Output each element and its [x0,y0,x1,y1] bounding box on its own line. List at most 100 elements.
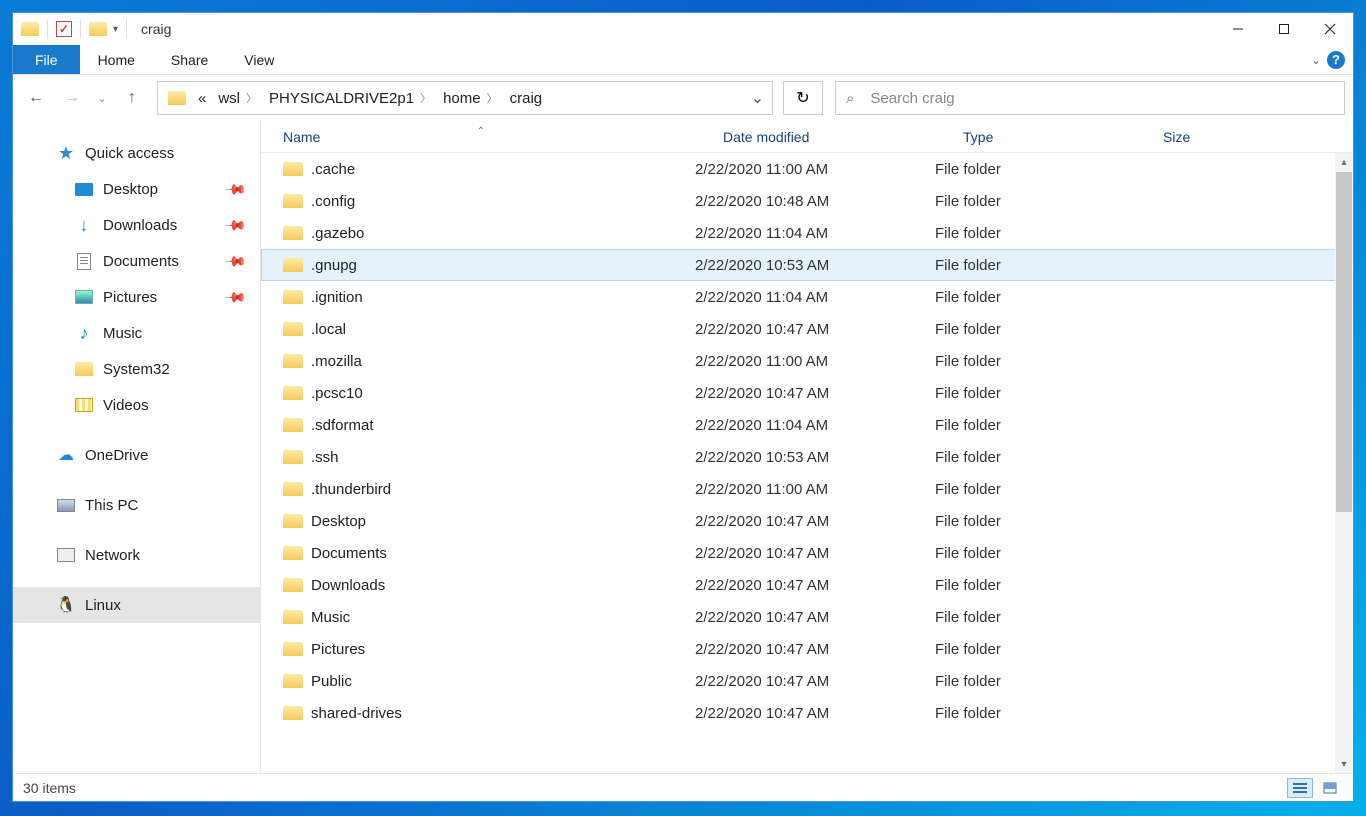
file-row[interactable]: .gnupg2/22/2020 10:53 AMFile folder [261,249,1353,281]
pin-icon: 📌 [223,177,247,201]
ribbon: File Home Share View ⌄ ? [13,45,1353,75]
nav-label: Linux [85,597,121,614]
scroll-down-icon[interactable]: ▾ [1335,755,1353,773]
file-date: 2/22/2020 11:00 AM [695,161,935,178]
ribbon-collapse-icon[interactable]: ⌄ [1311,53,1321,67]
file-date: 2/22/2020 10:53 AM [695,257,935,274]
file-row[interactable]: shared-drives2/22/2020 10:47 AMFile fold… [261,697,1353,729]
file-row[interactable]: Downloads2/22/2020 10:47 AMFile folder [261,569,1353,601]
details-view-button[interactable] [1287,778,1313,798]
nav-downloads[interactable]: ↓ Downloads 📌 [13,207,260,243]
file-date: 2/22/2020 10:47 AM [695,577,935,594]
tab-view[interactable]: View [226,45,292,74]
nav-system32[interactable]: System32 [13,351,260,387]
column-type[interactable]: Type [941,129,1141,145]
file-row[interactable]: .local2/22/2020 10:47 AMFile folder [261,313,1353,345]
nav-pictures[interactable]: Pictures 📌 [13,279,260,315]
forward-button[interactable]: → [57,83,87,113]
folder-icon [283,706,303,720]
nav-videos[interactable]: Videos [13,387,260,423]
file-name: Public [311,673,352,690]
folder-icon [21,22,39,36]
nav-label: Pictures [103,289,157,306]
folder-icon [283,482,303,496]
file-row[interactable]: .sdformat2/22/2020 11:04 AMFile folder [261,409,1353,441]
file-row[interactable]: .cache2/22/2020 11:00 AMFile folder [261,153,1353,185]
help-button[interactable]: ? [1327,51,1345,69]
breadcrumb-item[interactable]: wsl〉 [212,90,263,107]
pictures-icon [75,290,93,304]
close-button[interactable] [1307,13,1353,45]
file-row[interactable]: .gazebo2/22/2020 11:04 AMFile folder [261,217,1353,249]
nav-network[interactable]: Network [13,537,260,573]
minimize-button[interactable] [1215,13,1261,45]
file-row[interactable]: .pcsc102/22/2020 10:47 AMFile folder [261,377,1353,409]
vertical-scrollbar[interactable]: ▴ ▾ [1335,153,1353,773]
separator [80,20,81,38]
breadcrumb-item[interactable]: PHYSICALDRIVE2p1〉 [263,90,437,107]
breadcrumb-item[interactable]: craig [504,90,549,107]
file-name: shared-drives [311,705,402,722]
file-row[interactable]: Pictures2/22/2020 10:47 AMFile folder [261,633,1353,665]
tab-home[interactable]: Home [80,45,153,74]
file-name: .sdformat [311,417,374,434]
file-name: .config [311,193,355,210]
nav-thispc[interactable]: This PC [13,487,260,523]
file-name: .cache [311,161,355,178]
search-box[interactable]: ⌕ [835,81,1345,115]
file-list[interactable]: .cache 2/22/2020 11:00 AM File folder .conf… [261,153,1353,773]
item-count: 30 items [23,780,76,796]
body: ★ Quick access Desktop 📌 ↓ Downloads 📌 D… [13,121,1353,773]
thumbnails-view-button[interactable] [1317,778,1343,798]
properties-icon[interactable]: ✓ [56,21,72,37]
sort-ascending-icon: ⌃ [477,126,485,137]
recent-locations-button[interactable]: ⌄ [93,83,111,113]
file-row[interactable]: .config2/22/2020 10:48 AMFile folder [261,185,1353,217]
nav-desktop[interactable]: Desktop 📌 [13,171,260,207]
folder-icon [283,418,303,432]
qat-dropdown-icon[interactable]: ▾ [113,24,118,35]
file-row[interactable]: .mozilla2/22/2020 11:00 AMFile folder [261,345,1353,377]
breadcrumb-item[interactable]: home〉 [437,90,504,107]
folder-icon [283,578,303,592]
nav-documents[interactable]: Documents 📌 [13,243,260,279]
folder-icon[interactable] [89,22,107,36]
nav-onedrive[interactable]: ☁ OneDrive [13,437,260,473]
search-input[interactable] [870,90,1334,107]
file-row[interactable]: Music2/22/2020 10:47 AMFile folder [261,601,1353,633]
address-dropdown-icon[interactable]: ⌄ [742,88,772,108]
column-date[interactable]: Date modified [701,129,941,145]
column-size[interactable]: Size [1141,129,1271,145]
back-button[interactable]: ← [21,83,51,113]
file-row[interactable]: Desktop2/22/2020 10:47 AMFile folder [261,505,1353,537]
nav-linux[interactable]: 🐧 Linux [13,587,260,623]
file-row[interactable]: .ssh2/22/2020 10:53 AMFile folder [261,441,1353,473]
nav-label: Network [85,547,140,564]
nav-quick-access[interactable]: ★ Quick access [13,135,260,171]
column-name[interactable]: ⌃ Name [261,129,701,145]
maximize-button[interactable] [1261,13,1307,45]
navbar: ← → ⌄ ↑ « wsl〉 PHYSICALDRIVE2p1〉 home〉 c… [13,75,1353,121]
nav-music[interactable]: ♪ Music [13,315,260,351]
file-tab[interactable]: File [13,45,80,74]
refresh-button[interactable]: ↻ [783,81,823,115]
file-row[interactable]: Public2/22/2020 10:47 AMFile folder [261,665,1353,697]
up-button[interactable]: ↑ [117,83,147,113]
file-row[interactable]: .ignition2/22/2020 11:04 AMFile folder [261,281,1353,313]
file-type: File folder [935,289,1135,306]
scrollbar-thumb[interactable] [1336,172,1352,512]
file-name: Desktop [311,513,366,530]
scroll-up-icon[interactable]: ▴ [1335,153,1353,171]
file-type: File folder [935,545,1135,562]
file-date: 2/22/2020 11:04 AM [695,289,935,306]
file-row[interactable]: Documents2/22/2020 10:47 AMFile folder [261,537,1353,569]
breadcrumb-prefix[interactable]: « [192,90,212,107]
file-date: 2/22/2020 11:00 AM [695,481,935,498]
nav-label: Documents [103,253,179,270]
folder-icon [283,194,303,208]
file-row[interactable]: .thunderbird2/22/2020 11:00 AMFile folde… [261,473,1353,505]
file-list-pane: ⌃ Name Date modified Type Size .cache 2/2… [261,121,1353,773]
tab-share[interactable]: Share [153,45,226,74]
address-bar[interactable]: « wsl〉 PHYSICALDRIVE2p1〉 home〉 craig ⌄ [157,81,773,115]
file-date: 2/22/2020 10:47 AM [695,609,935,626]
